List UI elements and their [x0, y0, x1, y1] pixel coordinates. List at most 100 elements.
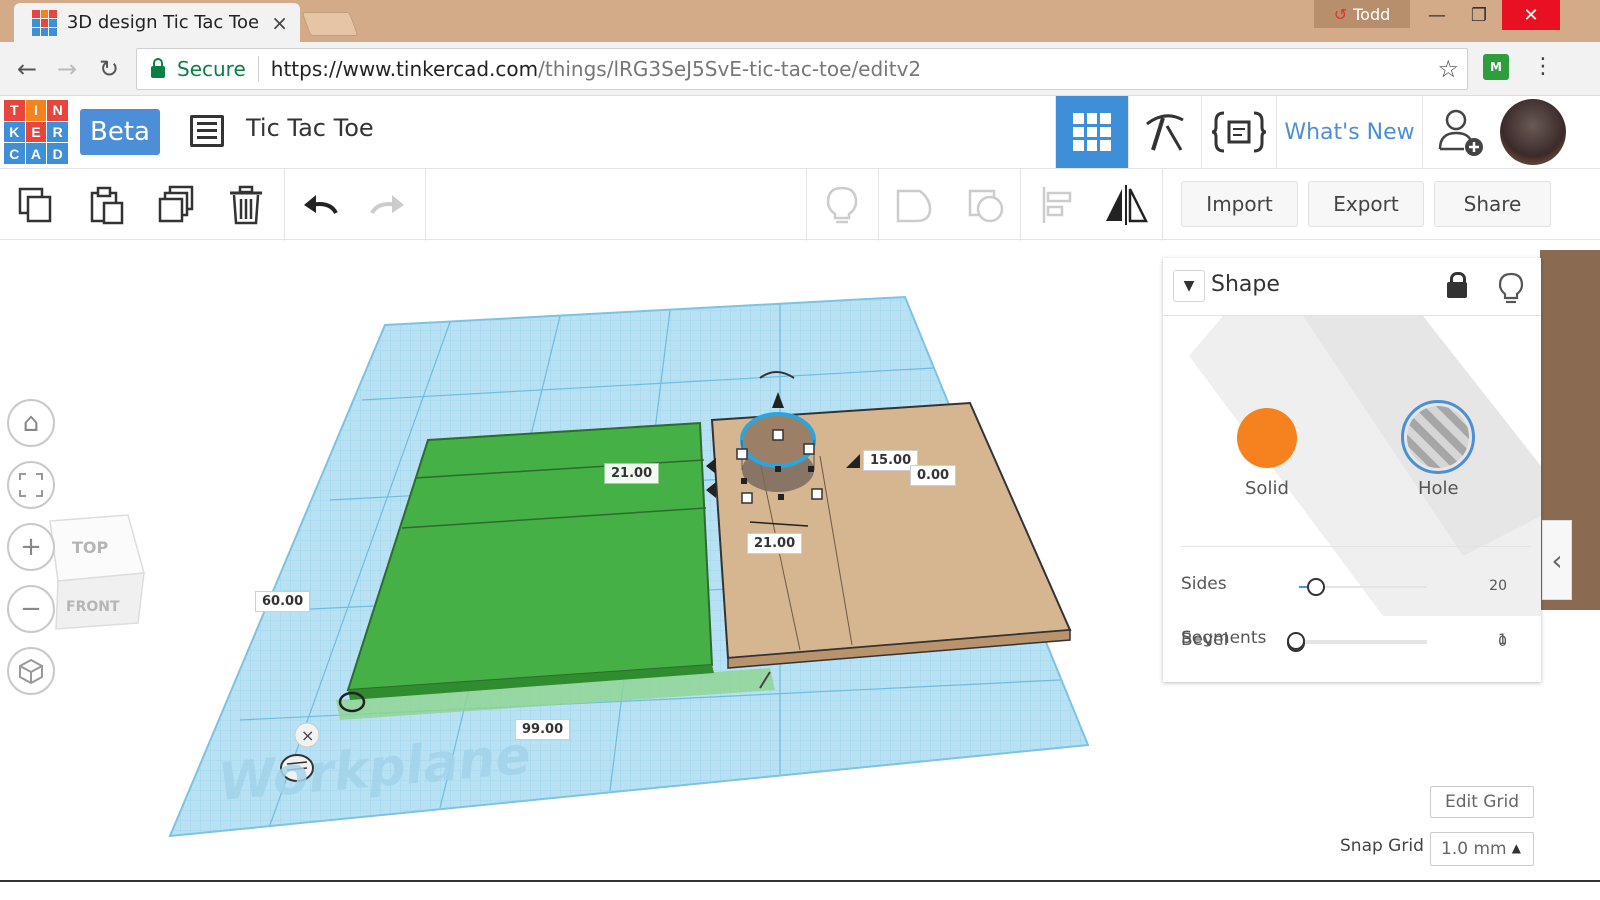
home-icon: ⌂ — [22, 408, 40, 438]
avatar[interactable] — [1500, 99, 1566, 165]
edit-grid-button[interactable]: Edit Grid — [1430, 786, 1534, 818]
zoom-in-button[interactable]: + — [7, 523, 55, 571]
shape-inspector-title: Shape — [1211, 272, 1280, 297]
fit-view-button[interactable] — [7, 461, 55, 509]
lightbulb-icon[interactable] — [1497, 272, 1525, 304]
address-bar[interactable]: Secure https://www.tinkercad.com /things… — [136, 48, 1468, 90]
snap-grid-label: Snap Grid — [1340, 836, 1424, 856]
new-tab-button[interactable] — [301, 12, 359, 36]
mirror-button[interactable] — [1104, 183, 1148, 227]
view-cube-top-label: TOP — [72, 538, 109, 557]
browser-menu-icon[interactable]: ⋮ — [1532, 54, 1554, 79]
add-user-icon — [1438, 109, 1483, 156]
tab-close-icon[interactable]: × — [271, 11, 288, 35]
paste-button[interactable] — [84, 183, 128, 227]
dim-label-width-top[interactable]: 21.00 — [604, 463, 660, 484]
view-cube-front-label: FRONT — [66, 599, 120, 615]
minimize-icon[interactable]: — — [1414, 0, 1460, 30]
url-host: https://www.tinkercad.com — [270, 57, 539, 81]
share-button[interactable]: Share — [1434, 181, 1551, 227]
hole-option-label[interactable]: Hole — [1418, 478, 1459, 499]
logo-tile: I — [25, 100, 47, 121]
pickaxe-icon — [1146, 114, 1184, 151]
browser-tab[interactable]: 3D design Tic Tac Toe | T × — [14, 3, 300, 42]
design-title[interactable]: Tic Tac Toe — [246, 114, 374, 142]
extension-icon[interactable]: M — [1483, 54, 1509, 80]
bevel-slider-track[interactable] — [1299, 642, 1427, 644]
reload-icon[interactable]: ↻ — [94, 54, 124, 84]
redo-button[interactable] — [366, 183, 410, 227]
duplicate-button[interactable] — [154, 183, 198, 227]
copy-icon — [18, 187, 52, 223]
dim-label-width-bottom[interactable]: 21.00 — [747, 533, 803, 554]
ungroup-icon — [968, 189, 1004, 223]
snap-grid-select[interactable]: 1.0 mm ▲ — [1430, 832, 1534, 866]
dim-label-offset[interactable]: 0.00 — [910, 465, 957, 486]
tinkercad-logo[interactable]: TIN KER CAD — [4, 100, 68, 164]
codeblocks-button[interactable] — [1201, 96, 1276, 168]
segments-label: Segments — [1181, 628, 1267, 648]
forward-icon[interactable]: → — [52, 54, 82, 84]
logo-tile: A — [25, 143, 47, 164]
duplicate-icon — [158, 185, 194, 223]
ruler-close-icon: × — [301, 726, 314, 745]
bookmark-star-icon[interactable]: ☆ — [1437, 55, 1459, 83]
logo-tile: R — [47, 121, 68, 143]
chevron-left-icon: ‹ — [1551, 543, 1563, 577]
segments-value[interactable]: 1 — [1463, 632, 1507, 648]
window-close-icon[interactable]: ✕ — [1502, 0, 1560, 30]
grid-view-icon — [1073, 113, 1111, 151]
undo-icon — [304, 195, 338, 215]
sides-slider-knob[interactable] — [1307, 578, 1325, 596]
redo-icon — [370, 195, 404, 215]
url-path: /things/lRG3SeJ5SvE-tic-tac-toe/editv2 — [538, 57, 922, 81]
segments-slider-knob[interactable] — [1287, 632, 1305, 650]
solid-option-swatch[interactable] — [1237, 408, 1297, 468]
copy-button[interactable] — [14, 183, 58, 227]
profile-badge[interactable]: ↺ Todd — [1314, 0, 1410, 28]
unlock-icon[interactable] — [1447, 272, 1467, 298]
dim-label-depth[interactable]: 60.00 — [255, 591, 311, 612]
zoom-out-button[interactable]: − — [7, 585, 55, 633]
codeblocks-icon — [1212, 111, 1266, 153]
import-button[interactable]: Import — [1181, 181, 1298, 227]
collapse-caret-icon[interactable]: ▼ — [1173, 270, 1205, 302]
back-icon[interactable]: ← — [12, 54, 42, 84]
export-button[interactable]: Export — [1308, 181, 1424, 227]
view-cube[interactable]: TOP FRONT — [46, 513, 148, 633]
minus-icon: − — [20, 594, 42, 624]
dim-label-base-width[interactable]: 99.00 — [515, 719, 571, 740]
undo-button[interactable] — [298, 183, 342, 227]
3d-view-button[interactable] — [1055, 96, 1128, 168]
group-button[interactable] — [892, 183, 936, 227]
solid-option-label[interactable]: Solid — [1245, 478, 1289, 499]
bottom-border — [0, 880, 1600, 882]
tab-title: 3D design Tic Tac Toe | T — [66, 12, 268, 33]
design-list-icon[interactable] — [190, 115, 224, 147]
panel-divider — [1181, 546, 1531, 547]
paste-icon — [90, 186, 124, 225]
hole-pattern — [1407, 406, 1469, 468]
home-view-button[interactable]: ⌂ — [7, 399, 55, 447]
omnibox-divider — [257, 56, 259, 82]
bricks-view-button[interactable] — [1128, 96, 1201, 168]
show-all-button[interactable] — [820, 183, 864, 227]
app-header: TIN KER CAD Beta Tic Tac Toe What's New — [0, 96, 1600, 168]
hole-option-swatch[interactable] — [1401, 400, 1475, 474]
whats-new-link[interactable]: What's New — [1276, 96, 1422, 168]
add-user-button[interactable] — [1422, 96, 1498, 168]
sides-value[interactable]: 20 — [1463, 578, 1507, 594]
segments-slider-track[interactable] — [1299, 640, 1427, 642]
logo-tile: D — [47, 143, 68, 164]
toolbar-divider — [1020, 169, 1021, 241]
ungroup-button[interactable] — [964, 183, 1008, 227]
ortho-view-button[interactable] — [7, 647, 55, 695]
plus-icon: + — [20, 532, 42, 562]
align-button[interactable] — [1036, 183, 1080, 227]
mirror-icon — [1106, 185, 1148, 225]
browser-titlebar: 3D design Tic Tac Toe | T × ↺ Todd — ❐ ✕ — [0, 0, 1600, 42]
beta-badge[interactable]: Beta — [80, 109, 160, 155]
restore-icon[interactable]: ❐ — [1456, 0, 1502, 30]
delete-button[interactable] — [224, 183, 268, 227]
panel-collapse-handle[interactable]: ‹ — [1542, 520, 1572, 600]
